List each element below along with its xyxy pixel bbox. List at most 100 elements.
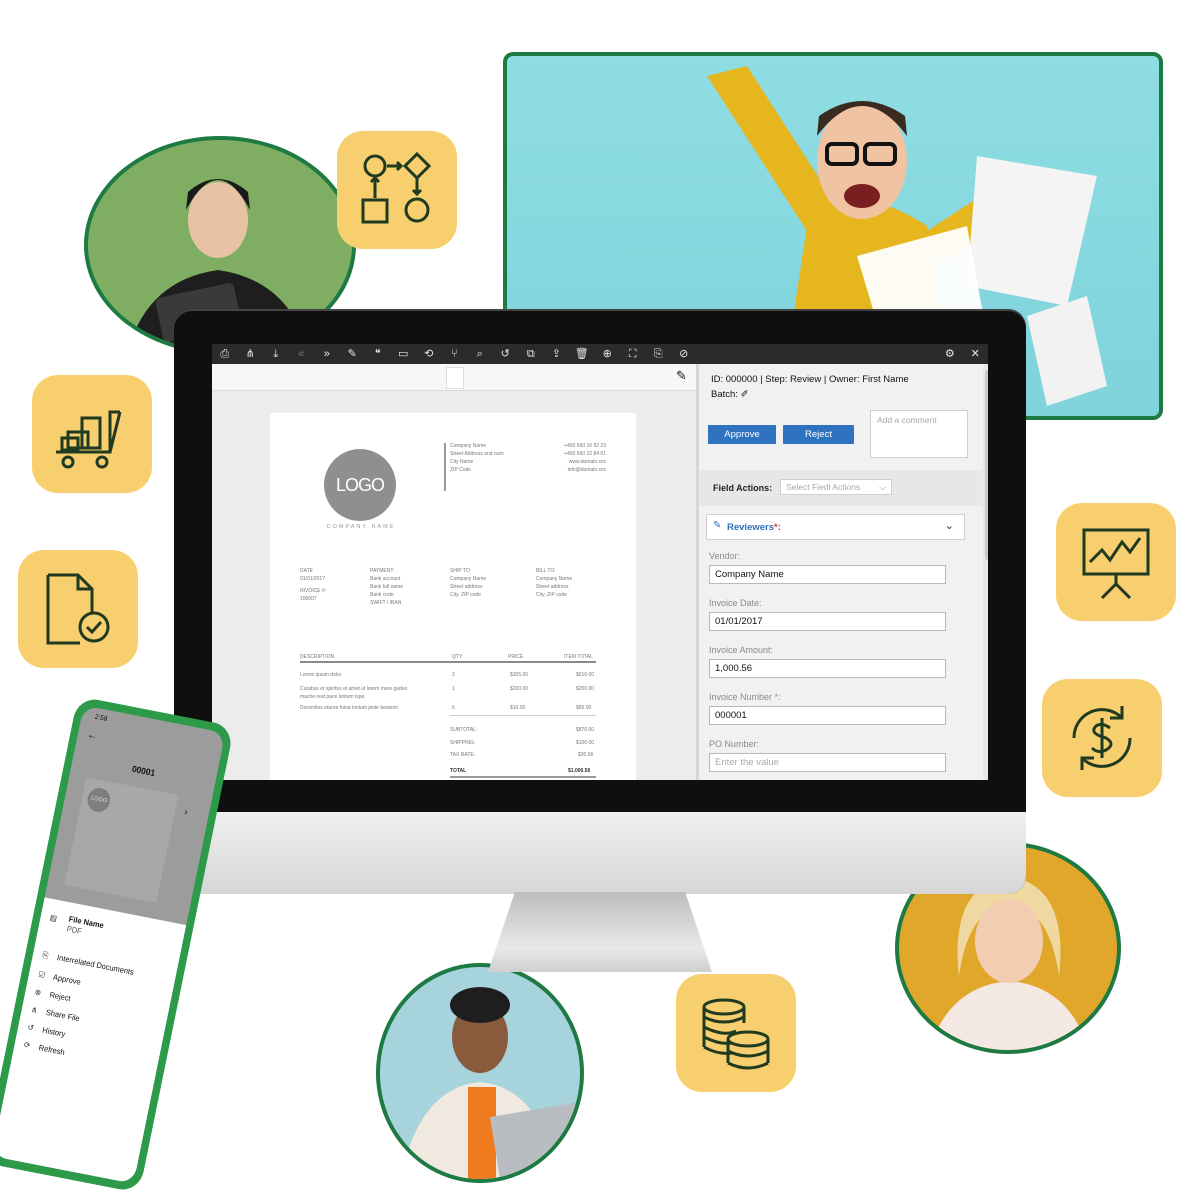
- batch-label[interactable]: Batch: ✐: [711, 389, 749, 400]
- panel-scrollbar[interactable]: [983, 364, 988, 780]
- field-actions-select[interactable]: Select Fiedl Actions ⌵: [780, 479, 892, 495]
- search-icon[interactable]: ⌕: [467, 344, 493, 364]
- invoice-amount-field[interactable]: 1,000.56: [709, 659, 946, 678]
- po-number-field[interactable]: Enter the value: [709, 753, 946, 772]
- chevron-double-left-icon[interactable]: «: [289, 344, 315, 364]
- fullscreen-icon[interactable]: ⛶: [620, 344, 646, 364]
- phone-file-type: PDF: [65, 924, 83, 937]
- cart-tile: [32, 375, 152, 493]
- target-icon[interactable]: ⊕: [595, 344, 621, 364]
- field-actions-bar: Field Actions: Select Fiedl Actions ⌵: [699, 470, 983, 506]
- export-icon[interactable]: ⇪: [544, 344, 570, 364]
- presentation-chart-icon: [1082, 528, 1150, 600]
- settings-icon[interactable]: ⚙: [937, 344, 963, 364]
- tax-value: $30.56: [578, 752, 594, 758]
- scrollbar-thumb[interactable]: [985, 370, 988, 560]
- invoice-number-value: 100007: [300, 596, 317, 602]
- reviewers-dropdown[interactable]: ✎ Reviewers*: ⌄: [706, 514, 965, 540]
- phone-logo: LOGO: [85, 786, 113, 814]
- share-icon: ⋔: [30, 1005, 39, 1016]
- item-price: $305.00: [510, 672, 529, 678]
- folder-icon[interactable]: ▭: [391, 344, 417, 364]
- chevron-right-icon[interactable]: ›: [183, 807, 188, 818]
- subtotal-label: SUBTOTAL:: [450, 727, 478, 733]
- document-check-tile: [18, 550, 138, 668]
- shipping-value: $100.00: [576, 740, 595, 746]
- header-description: DESCRIPTION: [300, 654, 335, 660]
- edit-icon[interactable]: ✎: [340, 344, 366, 364]
- invoice-page: LOGO COMPANY NAME Company Name Street Ad…: [270, 413, 636, 780]
- ship-line: Street address: [450, 584, 483, 590]
- history-icon: ↺: [26, 1022, 35, 1033]
- merge-icon[interactable]: ⧉: [518, 344, 544, 364]
- field-actions-label: Field Actions:: [713, 483, 773, 493]
- refresh-icon: ⟳: [23, 1040, 32, 1051]
- ship-line: Company Name: [450, 576, 487, 582]
- share-icon[interactable]: ⋔: [238, 344, 264, 364]
- payment-label: PAYMENT:: [370, 568, 395, 574]
- invoice-item-row: Doromites eturne fuina lontum jeste best…: [300, 704, 596, 712]
- item-total: $60.00: [576, 705, 592, 711]
- document-meta: ID: 000000 | Step: Review | Owner: First…: [711, 374, 909, 385]
- invoice-number-label: INVOICE #:: [300, 588, 327, 594]
- item-total: $200.00: [576, 686, 595, 692]
- date-value: 01/01/2017: [300, 576, 326, 582]
- reviewers-label: Reviewers*:: [727, 522, 781, 533]
- menu-refresh[interactable]: Refresh: [38, 1043, 66, 1057]
- header-price: PRICE: [508, 654, 524, 660]
- rotate-icon[interactable]: ⟲: [416, 344, 442, 364]
- comment-input[interactable]: Add a comment: [870, 410, 968, 458]
- review-panel: ID: 000000 | Step: Review | Owner: First…: [696, 364, 988, 780]
- phone-document-preview: LOGO: [64, 777, 179, 903]
- header-qty: QTY: [452, 654, 463, 660]
- contact-line: +450 560 16 92 23: [564, 443, 606, 449]
- menu-interrelated-documents[interactable]: Interrelated Documents: [56, 953, 134, 977]
- document-check-icon: [46, 573, 110, 645]
- print-icon[interactable]: ⎙: [212, 344, 238, 364]
- workflow-tile: [337, 131, 457, 249]
- approve-button[interactable]: Approve: [708, 425, 776, 444]
- total-value: $1,000.56: [568, 768, 591, 774]
- totals-divider: [450, 715, 596, 716]
- address-line: Company Name: [450, 443, 487, 449]
- chevron-double-right-icon[interactable]: »: [314, 344, 340, 364]
- invoice-date-label: Invoice Date:: [709, 598, 762, 608]
- comments-icon[interactable]: ❝: [365, 344, 391, 364]
- monitor-stand: [488, 892, 712, 972]
- subtotal-row: SUBTOTAL: $870.00: [450, 726, 596, 734]
- ban-icon[interactable]: ⊘: [671, 344, 697, 364]
- check-icon: ☑: [37, 969, 46, 980]
- close-icon[interactable]: ✕: [963, 344, 989, 364]
- invoice-number-label: Invoice Number *:: [709, 692, 781, 702]
- invoice-number-field[interactable]: 000001: [709, 706, 946, 725]
- invoice-date-field[interactable]: 01/01/2017: [709, 612, 946, 631]
- phone-screen: 2:58 ← 00001 › LOGO ▤ File Name PDF ⎘ In…: [0, 705, 226, 1184]
- pencil-icon[interactable]: ✎: [676, 368, 687, 384]
- required-marker: *:: [774, 522, 781, 533]
- back-arrow-icon[interactable]: ←: [86, 729, 99, 743]
- bill-line: Company Name: [536, 576, 573, 582]
- vendor-field[interactable]: Company Name: [709, 565, 946, 584]
- field-actions-placeholder: Select Fiedl Actions: [786, 482, 861, 492]
- invoice-item-row: Curabus et spiritus et amet ut lorem mor…: [300, 685, 596, 701]
- bookmark-icon[interactable]: ⎘: [646, 344, 672, 364]
- menu-reject[interactable]: Reject: [49, 990, 72, 1003]
- history-icon[interactable]: ↺: [493, 344, 519, 364]
- page-thumbnail[interactable]: [446, 367, 464, 389]
- item-total: $610.00: [576, 672, 595, 678]
- date-label: DATE: [300, 568, 313, 574]
- total-underline: [450, 776, 596, 778]
- menu-share-file[interactable]: Share File: [45, 1008, 80, 1023]
- split-icon[interactable]: ⑂: [442, 344, 468, 364]
- reject-button[interactable]: Reject: [783, 425, 854, 444]
- presentation-chart-tile: [1056, 503, 1176, 621]
- ship-line: City, ZIP code: [450, 592, 481, 598]
- items-header: DESCRIPTION QTY PRICE ITEM TOTAL: [300, 653, 596, 663]
- document-viewer: ✎ LOGO COMPANY NAME Company Name Street …: [212, 364, 696, 780]
- delete-icon[interactable]: 🗑: [569, 344, 595, 364]
- menu-history[interactable]: History: [41, 1026, 66, 1039]
- menu-approve[interactable]: Approve: [52, 973, 81, 987]
- bill-to-block: BILL TO: Company Name Street address Cit…: [536, 567, 572, 599]
- payment-block: PAYMENT: Bank account Bank full name Ban…: [370, 567, 403, 607]
- download-icon[interactable]: ⤓: [263, 344, 289, 364]
